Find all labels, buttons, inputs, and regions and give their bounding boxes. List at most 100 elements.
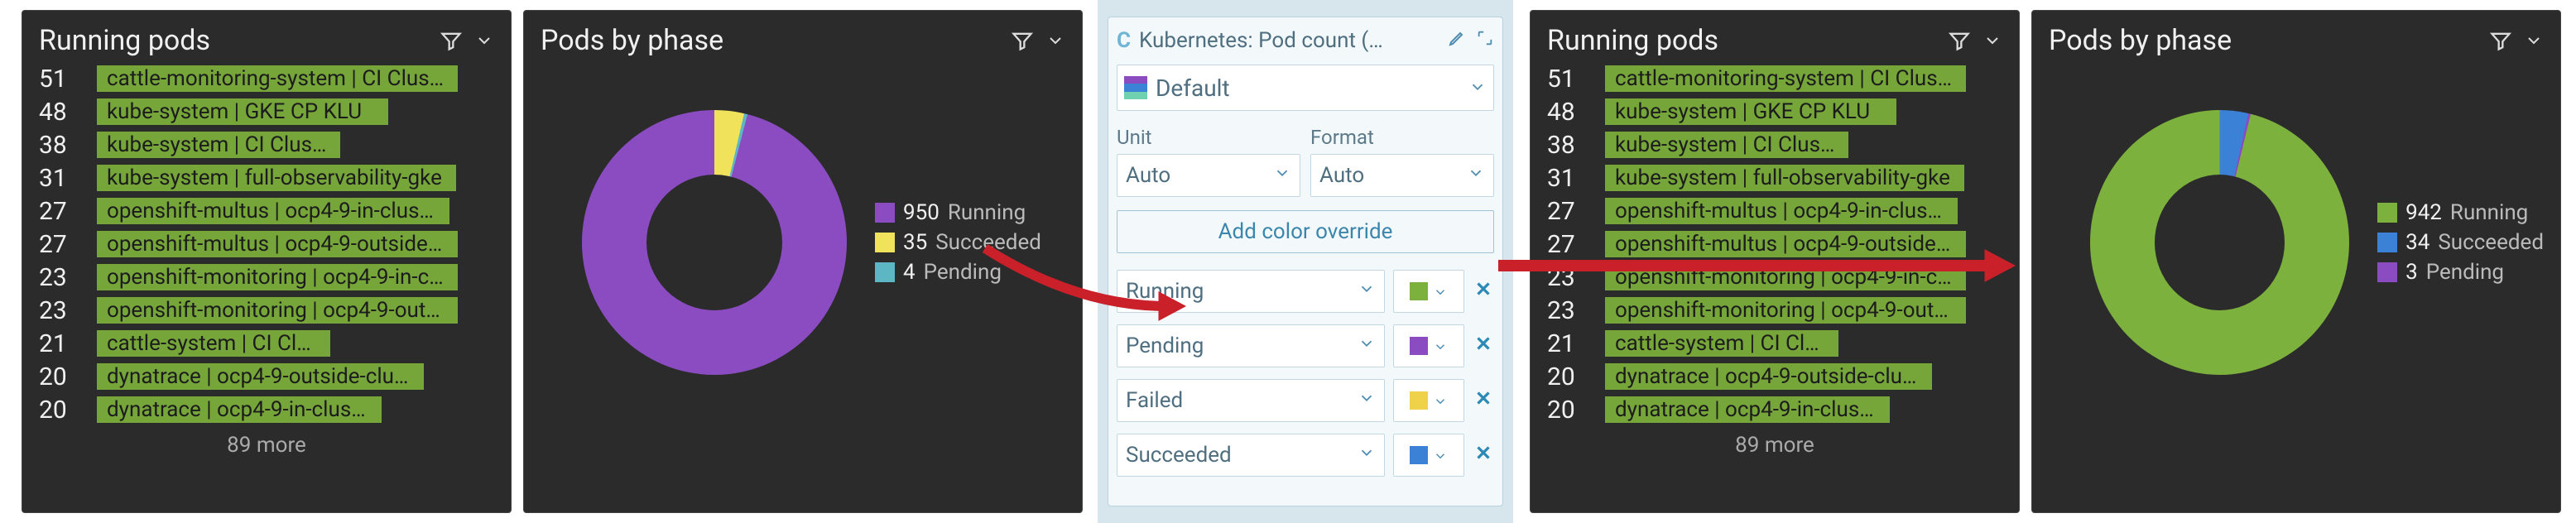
list-item[interactable]: 48kube-system | GKE CP KLU	[1547, 95, 2002, 128]
swatch-icon	[1410, 337, 1428, 355]
list-item[interactable]: 31kube-system | full-observability-gke	[39, 161, 494, 194]
list-item[interactable]: 21cattle-system | CI Cluster	[39, 327, 494, 360]
override-color-select[interactable]	[1393, 434, 1464, 477]
more-label[interactable]: 89 more	[1547, 433, 2002, 458]
list-item[interactable]: 27openshift-multus | ocp4-9-in-cluster	[1547, 194, 2002, 228]
bar-label: dynatrace | ocp4-9-in-cluster	[97, 396, 382, 423]
donut-chart[interactable]	[2090, 110, 2349, 375]
list-item[interactable]: 38kube-system | CI Cluster	[39, 128, 494, 161]
bar-label: kube-system | GKE CP KLU	[1605, 98, 1896, 125]
legend-item[interactable]: 950Running	[875, 200, 1041, 225]
legend-item[interactable]: 942Running	[2377, 200, 2544, 225]
legend-label: Running	[948, 200, 1026, 225]
expand-icon[interactable]	[1476, 29, 1494, 52]
list-item[interactable]: 20dynatrace | ocp4-9-outside-cluster	[1547, 360, 2002, 393]
delete-icon[interactable]	[1473, 386, 1494, 415]
filter-icon[interactable]	[440, 29, 463, 52]
list-item[interactable]: 51 cattle-monitoring-system | CI Cluster	[39, 62, 494, 95]
panel-title: Pods by phase	[2049, 24, 2232, 57]
pods-by-phase-panel-right: Pods by phase 942Running 34Succeeded 3Pend…	[2031, 10, 2561, 513]
unit-value: Auto	[1126, 163, 1170, 188]
format-select[interactable]: Auto	[1310, 154, 1494, 197]
list-item[interactable]: 23openshift-monitoring | ocp4-9-in-clust…	[39, 261, 494, 294]
count-value: 23	[39, 263, 80, 292]
bar-label: cattle-monitoring-system | CI Cluster	[1605, 65, 1966, 92]
arrow-icon	[1490, 237, 2020, 295]
bar-label: cattle-monitoring-system | CI Cluster	[97, 65, 458, 92]
list-item[interactable]: 20dynatrace | ocp4-9-in-cluster	[1547, 393, 2002, 426]
count-value: 20	[1547, 362, 1588, 391]
panel-header: Pods by phase	[2049, 24, 2544, 57]
config-header: C Kubernetes: Pod count (…	[1117, 27, 1494, 53]
count-value: 51	[39, 65, 80, 94]
chevron-down-icon	[1273, 163, 1291, 188]
count-value: 27	[39, 230, 80, 259]
list-item[interactable]: 51 cattle-monitoring-system | CI Cluster	[1547, 62, 2002, 95]
legend-item[interactable]: 3Pending	[2377, 260, 2544, 285]
chevron-down-icon[interactable]	[1045, 31, 1065, 50]
legend-item[interactable]: 34Succeeded	[2377, 230, 2544, 255]
delete-icon[interactable]	[1473, 441, 1494, 470]
list-item[interactable]: 20 dynatrace | ocp4-9-in-cluster	[39, 393, 494, 426]
palette-icon	[1124, 76, 1147, 99]
chevron-down-icon	[1433, 278, 1448, 305]
legend-label: Pending	[2426, 260, 2504, 285]
edit-icon[interactable]	[1448, 27, 1468, 53]
more-label[interactable]: 89 more	[39, 433, 494, 458]
list-item[interactable]: 27 openshift-multus | ocp4-9-outside-clu…	[39, 228, 494, 261]
chevron-down-icon[interactable]	[474, 31, 494, 50]
legend-label: Running	[2450, 200, 2528, 225]
list-item[interactable]: 23openshift-monitoring | ocp4-9-outside…	[1547, 294, 2002, 327]
override-color-select[interactable]	[1393, 270, 1464, 313]
bar-label: openshift-multus | ocp4-9-outside-clu…	[97, 231, 458, 257]
count-value: 51	[1547, 65, 1588, 94]
override-name: Succeeded	[1126, 443, 1232, 468]
override-name-select[interactable]: Succeeded	[1117, 434, 1385, 477]
chevron-down-icon	[1358, 388, 1376, 413]
panel-title: Running pods	[39, 24, 210, 57]
list-item[interactable]: 31kube-system | full-observability-gke	[1547, 161, 2002, 194]
legend-value: 35	[903, 230, 927, 255]
chevron-down-icon	[1433, 442, 1448, 469]
list-item[interactable]: 23openshift-monitoring | ocp4-9-outside…	[39, 294, 494, 327]
count-value: 27	[39, 197, 80, 226]
unit-select[interactable]: Auto	[1117, 154, 1300, 197]
chevron-down-icon	[1468, 74, 1487, 102]
chevron-down-icon[interactable]	[2524, 31, 2544, 50]
list-item[interactable]: 38kube-system | CI Cluster	[1547, 128, 2002, 161]
count-value: 31	[1547, 164, 1588, 193]
format-value: Auto	[1319, 163, 1364, 188]
panel-title: Pods by phase	[541, 24, 723, 57]
filter-icon[interactable]	[2489, 29, 2512, 52]
list-item[interactable]: 27openshift-multus | ocp4-9-in-cluster	[39, 194, 494, 228]
chevron-down-icon	[1433, 333, 1448, 360]
filter-icon[interactable]	[1948, 29, 1971, 52]
count-value: 38	[1547, 131, 1588, 160]
panel-title: Running pods	[1547, 24, 1718, 57]
chevron-down-icon	[1358, 443, 1376, 468]
list-item[interactable]: 21cattle-system | CI Cluster	[1547, 327, 2002, 360]
count-value: 20	[39, 396, 80, 425]
bar-label: cattle-system | CI Cluster	[1605, 330, 1838, 357]
delete-icon[interactable]	[1473, 332, 1494, 361]
list-item[interactable]: 20dynatrace | ocp4-9-outside-cluster	[39, 360, 494, 393]
chevron-down-icon[interactable]	[1982, 31, 2002, 50]
donut-chart[interactable]	[582, 110, 847, 375]
override-name-select[interactable]: Failed	[1117, 379, 1385, 422]
list-item[interactable]: 48kube-system | GKE CP KLU	[39, 95, 494, 128]
count-value: 21	[39, 329, 80, 358]
arrow-icon	[977, 240, 1192, 331]
palette-value: Default	[1156, 74, 1230, 102]
palette-select[interactable]: Default	[1117, 65, 1494, 111]
filter-icon[interactable]	[1011, 29, 1034, 52]
override-color-select[interactable]	[1393, 324, 1464, 367]
legend-label: Succeeded	[2438, 230, 2544, 255]
bar-label: kube-system | GKE CP KLU	[97, 98, 388, 125]
swatch-icon	[2377, 233, 2397, 252]
override-color-select[interactable]	[1393, 379, 1464, 422]
config-title: Kubernetes: Pod count (…	[1139, 28, 1383, 53]
bar-label: openshift-monitoring | ocp4-9-outside…	[97, 297, 458, 324]
swatch-icon	[2377, 203, 2397, 223]
count-value: 31	[39, 164, 80, 193]
chevron-down-icon	[1433, 387, 1448, 415]
